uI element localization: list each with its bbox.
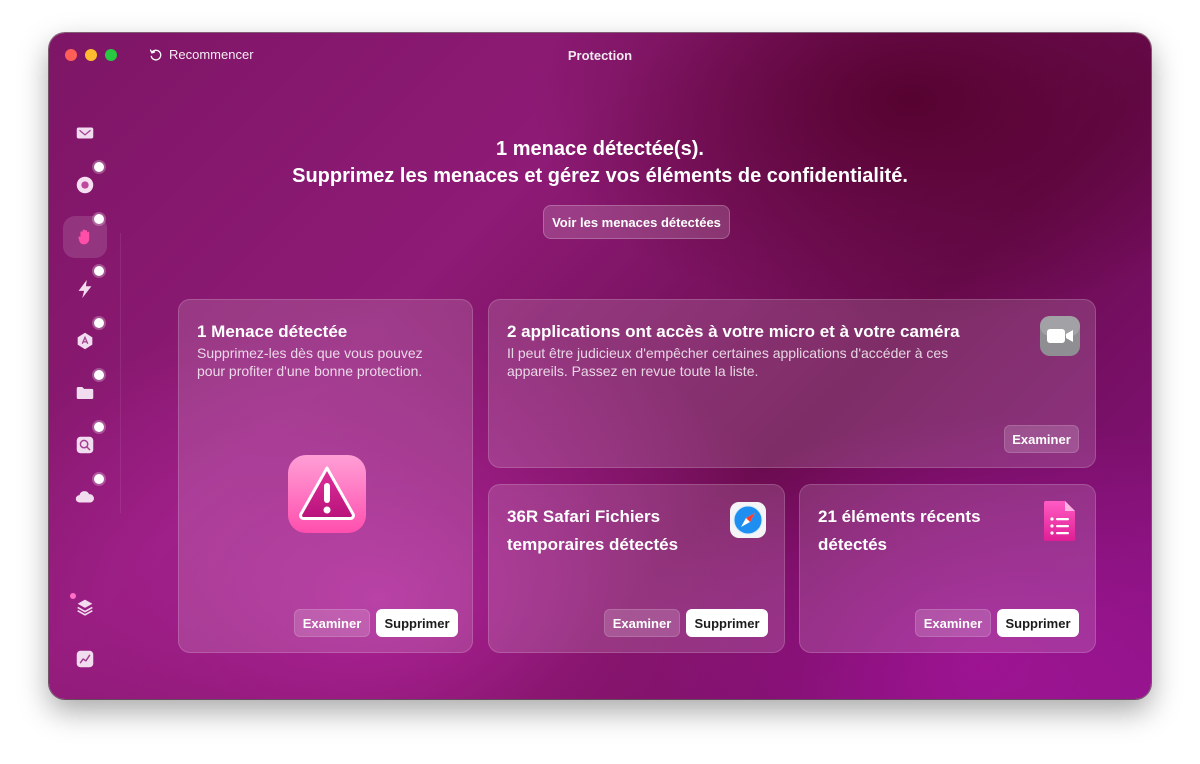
permissions-card-title: 2 applications ont accès à votre micro e… (507, 322, 960, 341)
sidebar-item-protection[interactable] (73, 225, 97, 249)
sidebar-item-activity[interactable] (73, 647, 97, 671)
sidebar-item-space-lens[interactable] (73, 433, 97, 457)
sidebar-item-cloud[interactable] (73, 485, 97, 509)
safari-compass-icon (730, 502, 766, 538)
threat-review-button[interactable]: Examiner (294, 609, 370, 637)
safari-card-title: 36R Safari Fichiers temporaires détectés (507, 507, 679, 554)
folder-icon (76, 387, 94, 399)
window-title: Protection (567, 48, 633, 63)
sidebar-divider (120, 233, 121, 513)
safari-review-button[interactable]: Examiner (604, 609, 680, 637)
sidebar-item-speed[interactable] (73, 277, 97, 301)
speed-bolt-icon (78, 279, 92, 299)
applications-icon (77, 332, 93, 350)
recent-items-card: 21 éléments récents détectés Examiner Su… (799, 484, 1096, 653)
threat-card-title: 1 Menace détectée (197, 322, 348, 341)
recent-items-card-title: 21 éléments récents détectés (818, 507, 981, 554)
threat-remove-button[interactable]: Supprimer (376, 609, 458, 637)
hand-stop-icon (78, 229, 90, 245)
sidebar-item-applications[interactable] (73, 329, 97, 353)
recent-items-review-button[interactable]: Examiner (915, 609, 991, 637)
sidebar-item-files[interactable] (73, 381, 97, 405)
activity-chart-icon (76, 650, 94, 668)
sidebar-status-dot (94, 474, 104, 484)
threat-card: 1 Menace détectée Supprimez-les dès que … (178, 299, 473, 653)
cloud-icon (75, 491, 94, 503)
sidebar-status-dot (94, 266, 104, 276)
permissions-card: 2 applications ont accès à votre micro e… (488, 299, 1096, 468)
sidebar-status-dot (94, 214, 104, 224)
document-list-icon (1044, 501, 1075, 541)
app-window: Recommencer Protection 1 menace détectée… (49, 33, 1151, 699)
threat-card-description: Supprimez-les dès que vous pouvez pour p… (197, 345, 423, 379)
safari-remove-button[interactable]: Supprimer (686, 609, 768, 637)
sidebar-status-dot (94, 422, 104, 432)
warning-icon (288, 455, 366, 533)
layers-icon (77, 599, 93, 616)
facetime-camera-icon (1040, 316, 1080, 356)
recent-items-remove-button[interactable]: Supprimer (997, 609, 1079, 637)
sidebar-item-layers[interactable] (73, 595, 97, 619)
space-lens-icon (76, 436, 94, 454)
page-headline: 1 menace détectée(s). (496, 138, 704, 160)
view-threats-button[interactable]: Voir les menaces détectées (543, 205, 730, 239)
permissions-review-button[interactable]: Examiner (1004, 425, 1079, 453)
safari-card: 36R Safari Fichiers temporaires détectés… (488, 484, 785, 653)
sidebar-status-dot (94, 370, 104, 380)
page-subheadline: Supprimez les menaces et gérez vos éléme… (292, 165, 908, 187)
permissions-card-description: Il peut être judicieux d'empêcher certai… (507, 345, 949, 379)
sidebar-status-dot (94, 318, 104, 328)
